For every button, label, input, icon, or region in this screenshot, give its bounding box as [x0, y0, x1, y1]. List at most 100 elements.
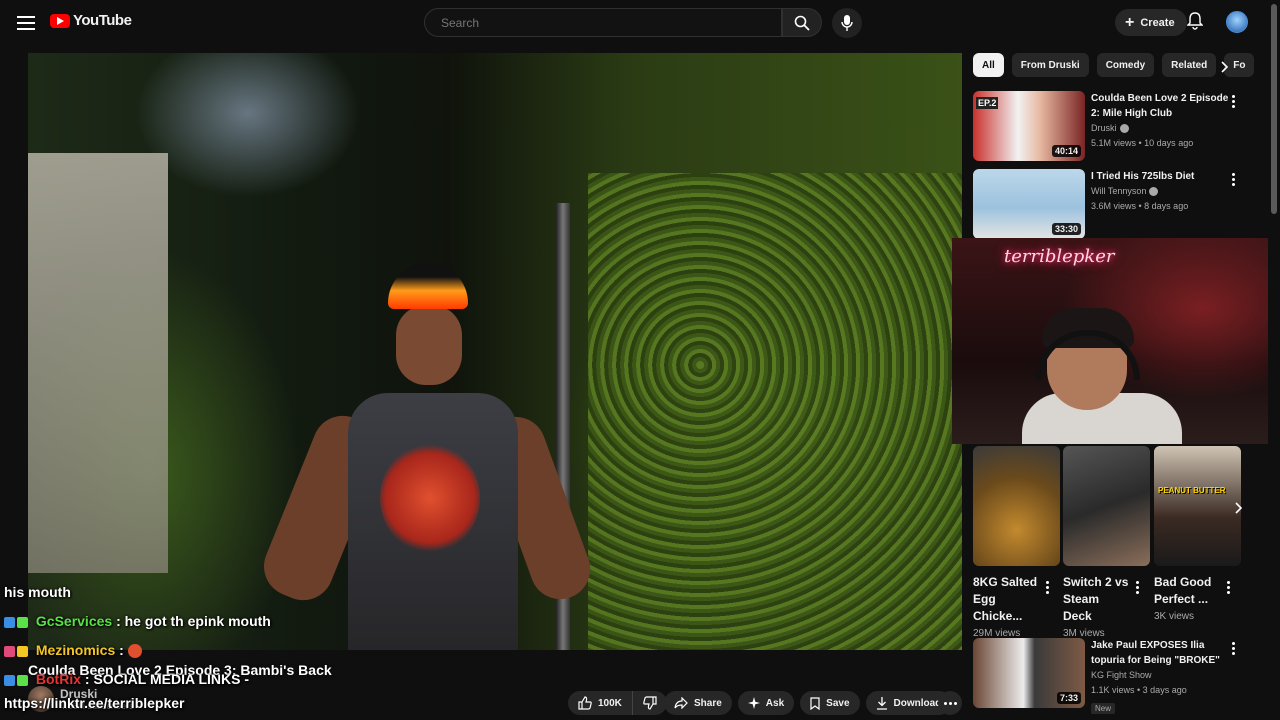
video-player[interactable] — [28, 53, 962, 650]
share-button[interactable]: Share — [664, 691, 732, 715]
chip-all[interactable]: All — [973, 53, 1004, 77]
recommendation-channel: KG Fight Show — [1091, 670, 1152, 680]
chat-badge-icon — [17, 674, 28, 686]
youtube-play-icon — [50, 13, 70, 28]
chip-related[interactable]: Related — [1162, 53, 1217, 77]
create-label: Create — [1140, 16, 1175, 29]
recommendation-meta: 5.1M views • 10 days ago — [1091, 138, 1194, 148]
chat-badge-icon — [4, 674, 15, 686]
chat-text: : — [119, 642, 124, 658]
video-scene-hedge — [588, 173, 962, 650]
short-thumbnail[interactable] — [973, 446, 1060, 566]
emote-icon — [127, 644, 142, 659]
chat-text: : he got th epink mouth — [116, 613, 271, 629]
chat-badge-icon — [4, 645, 15, 657]
chat-badge-icon — [17, 645, 28, 657]
recommendation-item[interactable]: EP.2 40:14 Coulda Been Love 2 Episode 2:… — [973, 91, 1243, 163]
short-thumbnail[interactable] — [1063, 446, 1150, 566]
streamer-webcam: terriblepker — [952, 238, 1280, 444]
dislike-button[interactable] — [632, 691, 667, 715]
recommendation-title[interactable]: I Tried His 725lbs Diet — [1091, 169, 1229, 184]
video-scene-person — [254, 253, 599, 650]
short-item[interactable]: 8KG Salted Egg Chicke... 29M views — [973, 446, 1060, 639]
download-icon — [876, 696, 887, 710]
top-bar: YouTube + Create — [0, 0, 1280, 44]
more-actions-button[interactable] — [938, 691, 962, 715]
recommendation-channel: Druski — [1091, 121, 1229, 136]
overlay-caption: his mouth — [4, 584, 71, 600]
like-count: 100K — [598, 697, 622, 709]
shorts-shelf: 8KG Salted Egg Chicke... 29M views Switc… — [973, 446, 1253, 639]
share-label: Share — [694, 697, 722, 709]
chat-text: : SOCIAL MEDIA LINKS - — [84, 671, 250, 687]
recommendation-item[interactable]: 7:33 Jake Paul EXPOSES Ilia topuria for … — [973, 638, 1243, 714]
short-item[interactable]: PEANUT BUTTER Bad Good Perfect ... 3K vi… — [1154, 446, 1241, 622]
verified-icon — [1119, 124, 1129, 134]
video-scene-wall — [28, 153, 168, 573]
voice-search-button[interactable] — [832, 8, 862, 38]
filter-chips: All From Druski Comedy Related Fo — [973, 53, 1255, 77]
logo-text: YouTube — [73, 12, 132, 29]
account-avatar[interactable] — [1226, 11, 1248, 33]
chevron-right-icon — [1221, 61, 1229, 73]
video-thumbnail[interactable]: EP.2 40:14 — [973, 91, 1085, 161]
chevron-right-icon — [1235, 502, 1243, 514]
neon-sign-text: terriblepker — [1004, 246, 1115, 267]
new-badge: New — [1091, 703, 1116, 714]
search-input[interactable] — [425, 9, 781, 36]
chat-message: Mezinomics : — [4, 642, 142, 659]
menu-icon[interactable] — [14, 12, 38, 32]
more-options-icon[interactable] — [1046, 581, 1050, 596]
recommendation-title[interactable]: Coulda Been Love 2 Episode 2: Mile High … — [1091, 91, 1229, 121]
chip-from-druski[interactable]: From Druski — [1011, 53, 1089, 77]
shorts-next-button[interactable] — [1228, 497, 1250, 519]
short-item[interactable]: Switch 2 vs Steam Deck 3M views — [1063, 446, 1150, 639]
search-box[interactable] — [424, 8, 782, 37]
short-title[interactable]: Switch 2 vs Steam Deck — [1063, 574, 1131, 625]
more-options-icon[interactable] — [1232, 95, 1236, 110]
chips-next-button[interactable] — [1215, 57, 1235, 77]
search-button[interactable] — [782, 8, 822, 37]
bookmark-icon — [810, 696, 820, 710]
recommendation-channel: Will Tennyson — [1091, 184, 1229, 199]
download-label: Download — [893, 697, 942, 709]
plus-icon: + — [1125, 13, 1135, 31]
save-label: Save — [826, 697, 850, 709]
video-thumbnail[interactable]: 33:30 — [973, 169, 1085, 239]
thumbs-down-icon — [643, 696, 657, 710]
sparkle-icon — [747, 697, 760, 709]
ask-button[interactable]: Ask — [737, 691, 795, 715]
duration-badge: 40:14 — [1051, 145, 1081, 157]
youtube-logo[interactable]: YouTube — [50, 12, 132, 29]
page-scrollbar[interactable] — [1268, 0, 1280, 720]
like-dislike-group: 100K — [568, 691, 667, 715]
recommendation-item[interactable]: 33:30 I Tried His 725lbs Diet Will Tenny… — [973, 169, 1243, 241]
short-title[interactable]: 8KG Salted Egg Chicke... — [973, 574, 1041, 625]
more-options-icon[interactable] — [1232, 173, 1236, 188]
chat-badge-icon — [4, 616, 15, 628]
short-views: 3K views — [1154, 611, 1195, 622]
overlay-link: https://linktr.ee/terriblepker — [4, 695, 185, 711]
like-button[interactable]: 100K — [568, 691, 633, 715]
more-options-icon[interactable] — [1136, 581, 1140, 596]
short-title[interactable]: Bad Good Perfect ... — [1154, 574, 1222, 608]
create-button[interactable]: + Create — [1115, 9, 1187, 36]
bell-icon — [1186, 12, 1204, 30]
recommendation-meta: 3.6M views • 8 days ago — [1091, 201, 1189, 211]
microphone-icon — [841, 15, 853, 31]
chat-badge-icon — [17, 616, 28, 628]
chat-message: GcServices : he got th epink mouth — [4, 613, 271, 629]
chat-username: GcServices — [35, 613, 113, 629]
video-thumbnail[interactable]: 7:33 — [973, 638, 1085, 708]
more-options-icon[interactable] — [1227, 581, 1231, 596]
chip-comedy[interactable]: Comedy — [1096, 53, 1155, 77]
recommendation-meta: 1.1K views • 3 days ago — [1091, 685, 1187, 695]
ask-label: Ask — [765, 697, 785, 709]
recommendation-title[interactable]: Jake Paul EXPOSES Ilia topuria for Being… — [1091, 638, 1229, 668]
save-button[interactable]: Save — [800, 691, 860, 715]
more-options-icon[interactable] — [1232, 642, 1236, 657]
notifications-button[interactable] — [1186, 12, 1204, 35]
search-icon — [794, 15, 810, 31]
verified-icon — [1149, 187, 1159, 197]
chat-username: BotRix — [35, 671, 82, 687]
